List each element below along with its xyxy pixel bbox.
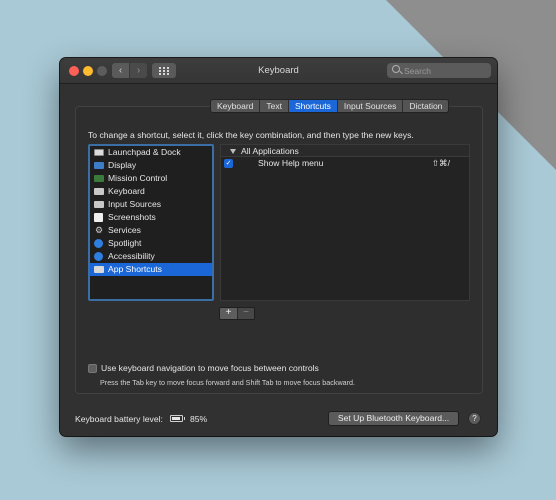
launchpad-icon (94, 149, 104, 156)
title-bar: ‹ › Keyboard (60, 58, 497, 84)
category-item[interactable]: Spotlight (90, 237, 212, 250)
keyboard-navigation-hint: Press the Tab key to move focus forward … (100, 378, 356, 387)
shortcut-row[interactable]: ✓ Show Help menu ⇧⌘/ (221, 157, 469, 170)
remove-shortcut-button[interactable]: − (237, 308, 254, 319)
category-item[interactable]: Input Sources (90, 198, 212, 211)
set-up-bluetooth-keyboard-button[interactable]: Set Up Bluetooth Keyboard... (328, 411, 459, 426)
keyboard-preferences-window: ‹ › Keyboard KeyboardTextShortcutsInput … (60, 58, 497, 436)
shortcut-group-header[interactable]: All Applications (221, 145, 469, 157)
disclosure-triangle-icon[interactable] (230, 149, 236, 154)
add-remove-control: + − (219, 307, 255, 320)
input-sources-icon (94, 201, 104, 208)
tab-bar: Keyboard Text Shortcuts Input Sources Dictat… (210, 99, 450, 113)
shortcut-enabled-checkbox[interactable]: ✓ (224, 159, 233, 168)
display-icon (94, 162, 104, 169)
screenshots-icon (94, 213, 103, 222)
battery-label: Keyboard battery level: (75, 414, 163, 424)
search-input[interactable] (404, 64, 486, 77)
category-item[interactable]: Accessibility (90, 250, 212, 263)
category-label: Accessibility (108, 251, 155, 261)
category-item[interactable]: ⚙ Services (90, 224, 212, 237)
category-label: Services (108, 225, 141, 235)
shortcut-group-label: All Applications (241, 146, 299, 156)
app-shortcuts-icon (94, 266, 104, 273)
category-item[interactable]: Mission Control (90, 172, 212, 185)
shortcut-categories-list[interactable]: Launchpad & Dock Display Mission Control Ke… (88, 144, 214, 301)
tab-text[interactable]: Text (260, 100, 289, 112)
category-label: Spotlight (108, 238, 142, 248)
category-label: Mission Control (108, 173, 168, 183)
category-item[interactable]: Launchpad & Dock (90, 146, 212, 159)
tab-keyboard[interactable]: Keyboard (211, 100, 261, 112)
battery-icon (170, 415, 185, 422)
tab-shortcuts[interactable]: Shortcuts (288, 100, 338, 112)
shortcuts-list[interactable]: All Applications ✓ Show Help menu ⇧⌘/ (220, 144, 470, 301)
add-shortcut-button[interactable]: + (220, 308, 237, 319)
keyboard-icon (94, 188, 104, 195)
gear-icon: ⚙ (94, 225, 104, 235)
shortcut-label: Show Help menu (258, 158, 324, 168)
category-label: Launchpad & Dock (108, 147, 181, 157)
category-label: Display (108, 160, 137, 170)
category-item[interactable]: Display (90, 159, 212, 172)
category-label: App Shortcuts (108, 264, 162, 274)
keyboard-navigation-label[interactable]: Use keyboard navigation to move focus be… (101, 363, 319, 373)
keyboard-navigation-checkbox[interactable] (88, 364, 97, 373)
category-label: Keyboard (108, 186, 145, 196)
instructions-text: To change a shortcut, select it, click t… (88, 130, 414, 140)
category-label: Screenshots (108, 212, 156, 222)
search-icon (392, 65, 400, 73)
shortcut-keys[interactable]: ⇧⌘/ (432, 157, 450, 170)
search-field[interactable] (387, 63, 491, 78)
spotlight-icon (94, 239, 103, 248)
accessibility-icon (94, 252, 103, 261)
category-item[interactable]: Screenshots (90, 211, 212, 224)
tab-input-sources[interactable]: Input Sources (337, 100, 404, 112)
tab-dictation[interactable]: Dictation (403, 100, 449, 112)
help-button[interactable]: ? (468, 412, 481, 425)
category-label: Input Sources (108, 199, 162, 209)
battery-percent: 85% (190, 414, 208, 424)
mission-control-icon (94, 175, 104, 182)
category-item[interactable]: App Shortcuts (90, 263, 212, 276)
category-item[interactable]: Keyboard (90, 185, 212, 198)
